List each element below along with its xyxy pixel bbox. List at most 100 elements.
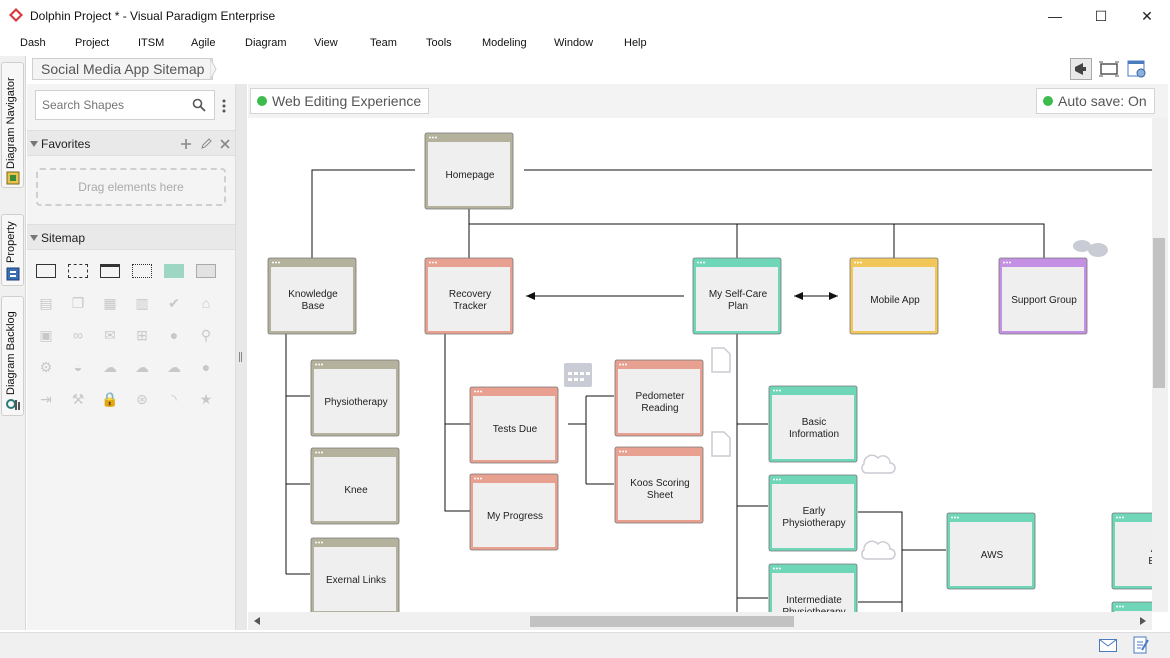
node-pedometer[interactable]: PedometerReading [614, 359, 704, 437]
tab-diagram-backlog[interactable]: Diagram Backlog [1, 296, 24, 416]
panel-icon[interactable] [195, 262, 217, 280]
node-support-group[interactable]: Support Group [998, 257, 1088, 335]
wrench-icon[interactable]: ⚒ [67, 390, 89, 408]
node-my-progress[interactable]: My Progress [469, 473, 559, 551]
menu-dash[interactable]: Dash [20, 37, 46, 49]
window-dot-icon [474, 390, 476, 393]
page-header-icon[interactable] [99, 262, 121, 280]
menu-tools[interactable]: Tools [426, 37, 452, 49]
node-knee[interactable]: Knee [310, 447, 400, 525]
menu-diagram[interactable]: Diagram [245, 37, 287, 49]
notes-icon[interactable] [1133, 636, 1149, 654]
minimize-button[interactable]: — [1032, 0, 1078, 32]
documents-icon[interactable]: ❐ [67, 294, 89, 312]
web-editing-experience-badge[interactable]: Web Editing Experience [250, 88, 430, 114]
diagram-area: Web Editing Experience Auto save: On Hom… [248, 84, 1168, 630]
node-knowledge-base[interactable]: KnowledgeBase [267, 257, 357, 335]
chat-icon[interactable]: ● [195, 358, 217, 376]
sitemap-header[interactable]: Sitemap [27, 224, 235, 250]
user-icon[interactable]: ● [163, 326, 185, 344]
node-partial[interactable] [1111, 601, 1152, 612]
node-early-physio[interactable]: EarlyPhysiotherapy [768, 474, 858, 552]
image-icon[interactable]: ▣ [35, 326, 57, 344]
mail-icon[interactable]: ✉ [99, 326, 121, 344]
film-icon[interactable]: ⊛ [131, 390, 153, 408]
window-dot-icon [435, 261, 437, 264]
menu-itsm[interactable]: ITSM [138, 37, 164, 49]
rss-icon[interactable]: ◝ [163, 390, 185, 408]
node-koos[interactable]: Koos ScoringSheet [614, 446, 704, 524]
window-dot-icon [480, 390, 482, 393]
hierarchy-icon[interactable]: ⊞ [131, 326, 153, 344]
search-shapes-box[interactable] [35, 90, 215, 120]
sitemap-diagram[interactable]: Homepage KnowledgeBase RecoveryTracker My S… [248, 118, 1152, 612]
gears-icon[interactable]: ⚙ [35, 358, 57, 376]
star-icon[interactable]: ★ [195, 390, 217, 408]
node-recovery-tracker[interactable]: RecoveryTracker [424, 257, 514, 335]
breadcrumb[interactable]: Social Media App Sitemap [32, 58, 214, 80]
scroll-left-icon[interactable] [254, 617, 260, 625]
favorites-drop-area[interactable]: Drag elements here [36, 168, 226, 206]
chart-icon[interactable]: ▥ [131, 294, 153, 312]
tab-property[interactable]: Property [1, 214, 24, 286]
maximize-button[interactable]: ☐ [1078, 0, 1124, 32]
autosave-badge[interactable]: Auto save: On [1036, 88, 1155, 114]
close-button[interactable]: ✕ [1124, 0, 1170, 32]
announcement-icon[interactable] [1070, 58, 1092, 80]
page-outline-icon[interactable] [35, 262, 57, 280]
horizontal-scroll-thumb[interactable] [530, 616, 794, 627]
menu-help[interactable]: Help [624, 37, 647, 49]
edit-favorite-icon[interactable] [200, 138, 212, 150]
page-dotted-icon[interactable] [131, 262, 153, 280]
connector-bus [469, 223, 1045, 258]
link-icon[interactable]: ∞ [67, 326, 89, 344]
chat-icon [1073, 240, 1108, 257]
vertical-scroll-thumb[interactable] [1153, 238, 1165, 388]
node-intermediate-physio[interactable]: IntermediatePhysiotherapy [768, 563, 858, 612]
menu-team[interactable]: Team [370, 37, 397, 49]
add-favorite-icon[interactable] [180, 138, 192, 150]
node-aws[interactable]: AWS [946, 512, 1036, 590]
page-dashed-icon[interactable] [67, 262, 89, 280]
node-basic-info[interactable]: BasicInformation [768, 385, 858, 463]
cloud-download-icon[interactable]: ☁ [131, 358, 153, 376]
calendar-icon[interactable]: ▦ [99, 294, 121, 312]
search-shapes-input[interactable] [42, 98, 192, 112]
scroll-right-icon[interactable] [1140, 617, 1146, 625]
cloud-upload-icon[interactable]: ☁ [163, 358, 185, 376]
folder-icon[interactable] [163, 262, 185, 280]
layout-settings-icon[interactable] [1126, 58, 1148, 80]
node-mobile-app[interactable]: Mobile App [849, 257, 939, 335]
node-homepage[interactable]: Homepage [424, 132, 514, 210]
node-cut-right[interactable]: AeExe [1111, 512, 1152, 590]
panel-splitter[interactable] [236, 84, 247, 630]
menu-modeling[interactable]: Modeling [482, 37, 527, 49]
menu-window[interactable]: Window [554, 37, 593, 49]
menu-project[interactable]: Project [75, 37, 109, 49]
check-icon[interactable]: ✔ [163, 294, 185, 312]
basket-icon[interactable]: ◒ [67, 358, 89, 376]
document-icon[interactable]: ▤ [35, 294, 57, 312]
node-tests-due[interactable]: Tests Due [469, 386, 559, 464]
mail-icon[interactable] [1099, 639, 1117, 652]
collapse-sitemap-icon[interactable] [30, 235, 38, 241]
more-options-icon[interactable] [220, 98, 228, 114]
search-icon[interactable] [192, 98, 206, 112]
home-icon[interactable]: ⌂ [195, 294, 217, 312]
menu-view[interactable]: View [314, 37, 338, 49]
favorites-header[interactable]: Favorites [27, 130, 235, 156]
lock-icon[interactable]: 🔒 [99, 390, 121, 408]
node-body [1115, 522, 1152, 586]
cloud-icon[interactable]: ☁ [99, 358, 121, 376]
search-icon[interactable]: ⚲ [195, 326, 217, 344]
menu-agile[interactable]: Agile [191, 37, 215, 49]
tab-diagram-navigator[interactable]: Diagram Navigator [1, 62, 24, 188]
node-physiotherapy[interactable]: Physiotherapy [310, 359, 400, 437]
node-self-care[interactable]: My Self-CarePlan [692, 257, 782, 335]
fit-diagram-icon[interactable] [1098, 58, 1120, 80]
node-external-links[interactable]: Exernal Links [310, 537, 400, 612]
arrowhead-right-icon [829, 292, 838, 300]
login-icon[interactable]: ⇥ [35, 390, 57, 408]
collapse-favorites-icon[interactable] [30, 141, 38, 147]
remove-favorite-icon[interactable] [219, 138, 231, 150]
